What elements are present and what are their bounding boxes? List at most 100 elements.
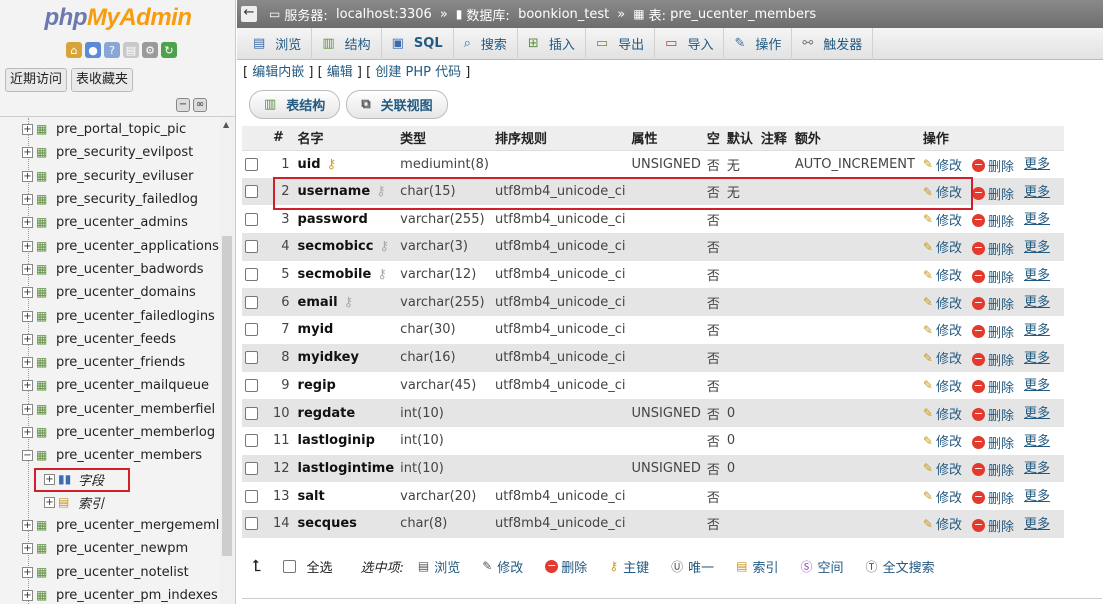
bulk-primary-button[interactable]: ⚷ 主键 bbox=[609, 557, 649, 576]
more-dropdown[interactable]: 更多 bbox=[1024, 295, 1050, 310]
drop-column-button[interactable]: − 删除 bbox=[971, 488, 1014, 507]
change-column-button[interactable]: ✎ 修改 bbox=[923, 487, 962, 506]
expand-icon[interactable]: + bbox=[22, 287, 33, 299]
expand-icon[interactable]: + bbox=[22, 590, 33, 602]
table-link[interactable]: pre_ucenter_members bbox=[670, 7, 816, 22]
more-dropdown[interactable]: 更多 bbox=[1024, 323, 1050, 338]
table-row[interactable]: 14 secques char(8) utf8mb4_unicode_ci 否 ✎ 修改 − 删… bbox=[242, 509, 1064, 538]
expand-icon[interactable]: + bbox=[22, 240, 33, 252]
expand-icon[interactable]: + bbox=[22, 310, 33, 322]
home-icon[interactable]: ⌂ bbox=[66, 42, 82, 58]
drop-column-button[interactable]: − 删除 bbox=[971, 267, 1014, 286]
bulk-unique-button[interactable]: Ⓤ 唯一 bbox=[671, 557, 714, 576]
more-dropdown[interactable]: 更多 bbox=[1024, 268, 1050, 283]
drop-column-button[interactable]: − 删除 bbox=[971, 350, 1014, 369]
row-checkbox[interactable] bbox=[245, 295, 258, 309]
more-dropdown[interactable]: 更多 bbox=[1024, 157, 1050, 172]
change-column-button[interactable]: ✎ 修改 bbox=[923, 293, 962, 312]
server-link[interactable]: localhost:3306 bbox=[336, 7, 432, 22]
change-column-button[interactable]: ✎ 修改 bbox=[923, 376, 962, 395]
expand-icon[interactable]: + bbox=[22, 427, 33, 438]
docs-icon[interactable]: ▤ bbox=[123, 42, 139, 58]
drop-column-button[interactable]: − 删除 bbox=[971, 516, 1014, 535]
tree-item[interactable]: + ▦ pre_security_evilpost bbox=[22, 141, 222, 164]
table-row[interactable]: 4 secmobicc ⚷ varchar(3) utf8mb4_unicode_ci 否… bbox=[242, 233, 1064, 261]
header-comments[interactable]: 注释 bbox=[757, 126, 792, 151]
tree-item[interactable]: + ▦ pre_portal_topic_pic bbox=[22, 118, 222, 141]
more-dropdown[interactable]: 更多 bbox=[1024, 461, 1050, 476]
change-column-button[interactable]: ✎ 修改 bbox=[923, 348, 962, 368]
tab-structure[interactable]: ▥ 结构 bbox=[312, 27, 382, 60]
tree-item[interactable]: + ▦ pre_ucenter_failedlogins bbox=[22, 304, 222, 327]
bulk-fulltext-button[interactable]: Ⓣ 全文搜索 bbox=[866, 557, 935, 576]
logout-icon[interactable]: ● bbox=[85, 42, 101, 58]
create-php-code-link[interactable]: 创建 PHP 代码 bbox=[375, 65, 461, 80]
more-dropdown[interactable]: 更多 bbox=[1024, 434, 1050, 449]
edit-inline-link[interactable]: 编辑内嵌 bbox=[252, 65, 304, 80]
header-collation[interactable]: 排序规则 bbox=[491, 126, 629, 151]
tab-operations[interactable]: ✎ 操作 bbox=[724, 27, 793, 60]
drop-column-button[interactable]: − 删除 bbox=[971, 294, 1014, 313]
tree-item[interactable]: + ▦ pre_ucenter_memberlog bbox=[22, 421, 222, 444]
bulk-browse-button[interactable]: ▤ 浏览 bbox=[418, 557, 460, 576]
more-dropdown[interactable]: 更多 bbox=[1024, 351, 1050, 366]
tab-export[interactable]: ▭ 导出 bbox=[586, 27, 656, 60]
tree-item[interactable]: + ▦ pre_ucenter_memberfiel bbox=[22, 398, 222, 421]
drop-column-button[interactable]: − 删除 bbox=[971, 211, 1014, 230]
recent-tab[interactable]: 近期访问 bbox=[5, 68, 68, 92]
row-checkbox[interactable] bbox=[245, 157, 258, 171]
tree-item[interactable]: + ▦ pre_ucenter_mailqueue bbox=[22, 374, 222, 397]
change-column-button[interactable]: ✎ 修改 bbox=[923, 265, 962, 285]
row-checkbox[interactable] bbox=[245, 268, 258, 282]
drop-column-button[interactable]: − 删除 bbox=[971, 156, 1014, 175]
subtab-table-structure[interactable]: ▥ 表结构 bbox=[249, 90, 341, 119]
tree-item[interactable]: + ▦ pre_ucenter_domains bbox=[22, 281, 222, 304]
phpmyadmin-logo[interactable]: phpMyAdmin bbox=[0, 4, 235, 32]
expand-icon[interactable]: + bbox=[22, 333, 33, 345]
header-name[interactable]: 名字 bbox=[294, 126, 398, 151]
expand-icon[interactable]: + bbox=[22, 543, 33, 555]
table-row[interactable]: 7 myid char(30) utf8mb4_unicode_ci 否 ✎ 修改 − 删除 更多 bbox=[242, 316, 1064, 344]
drop-column-button[interactable]: − 删除 bbox=[971, 377, 1014, 396]
drop-column-button[interactable]: − 删除 bbox=[971, 405, 1014, 424]
database-link[interactable]: boonkion_test bbox=[518, 7, 609, 22]
table-row[interactable]: 1 uid ⚷ mediumint(8) UNSIGNED 否无 AUTO_INCREMEN… bbox=[242, 150, 1064, 178]
tab-insert[interactable]: ⊞ 插入 bbox=[518, 27, 586, 60]
expand-icon[interactable]: + bbox=[22, 124, 33, 136]
tree-item-indexes[interactable]: + ▤ 索引 bbox=[22, 491, 222, 514]
tree-item[interactable]: + ▦ pre_ucenter_friends bbox=[22, 351, 222, 374]
tree-item[interactable]: + ▦ pre_ucenter_feeds bbox=[22, 328, 222, 351]
more-dropdown[interactable]: 更多 bbox=[1024, 517, 1050, 532]
header-null[interactable]: 空 bbox=[703, 126, 724, 151]
header-type[interactable]: 类型 bbox=[397, 126, 492, 151]
expand-icon[interactable]: + bbox=[22, 357, 33, 369]
scroll-thumb[interactable] bbox=[222, 236, 232, 556]
more-dropdown[interactable]: 更多 bbox=[1024, 185, 1050, 200]
expand-icon[interactable]: + bbox=[22, 380, 33, 392]
subtab-relation-view[interactable]: ⧉ 关联视图 bbox=[346, 90, 448, 119]
bulk-drop-button[interactable]: − 删除 bbox=[545, 557, 587, 576]
more-dropdown[interactable]: 更多 bbox=[1024, 212, 1050, 227]
row-checkbox[interactable] bbox=[245, 434, 258, 448]
table-row[interactable]: 3 password varchar(255) utf8mb4_unicode_ci 否… bbox=[242, 205, 1064, 234]
tree-item-current-table[interactable]: − ▦ pre_ucenter_members bbox=[22, 444, 222, 467]
row-checkbox[interactable] bbox=[245, 406, 258, 420]
change-column-button[interactable]: ✎ 修改 bbox=[923, 431, 962, 451]
tree-item[interactable]: + ▦ pre_ucenter_badwords bbox=[22, 258, 222, 281]
change-column-button[interactable]: ✎ 修改 bbox=[923, 210, 962, 229]
select-all-label[interactable]: 全选 bbox=[306, 557, 332, 576]
header-attributes[interactable]: 属性 bbox=[628, 126, 704, 151]
link-icon[interactable]: ∞ bbox=[193, 98, 207, 112]
tab-triggers[interactable]: ⚯ 触发器 bbox=[792, 27, 874, 60]
table-row[interactable]: 11 lastloginip int(10) 否 0 ✎ 修改 − 删除 更多 bbox=[242, 426, 1064, 455]
drop-column-button[interactable]: − 删除 bbox=[971, 433, 1014, 452]
bulk-change-button[interactable]: ✎ 修改 bbox=[482, 557, 523, 576]
scroll-up-icon[interactable]: ▲ bbox=[223, 120, 229, 129]
change-column-button[interactable]: ✎ 修改 bbox=[923, 155, 962, 174]
back-arrow-icon[interactable]: ← bbox=[241, 6, 257, 22]
select-all-checkbox[interactable] bbox=[283, 559, 297, 573]
tree-item[interactable]: + ▦ pre_ucenter_applications bbox=[22, 234, 222, 257]
collapse-all-icon[interactable]: − bbox=[176, 98, 190, 112]
tree-scrollbar[interactable]: ▲ bbox=[220, 118, 234, 604]
more-dropdown[interactable]: 更多 bbox=[1024, 489, 1050, 504]
